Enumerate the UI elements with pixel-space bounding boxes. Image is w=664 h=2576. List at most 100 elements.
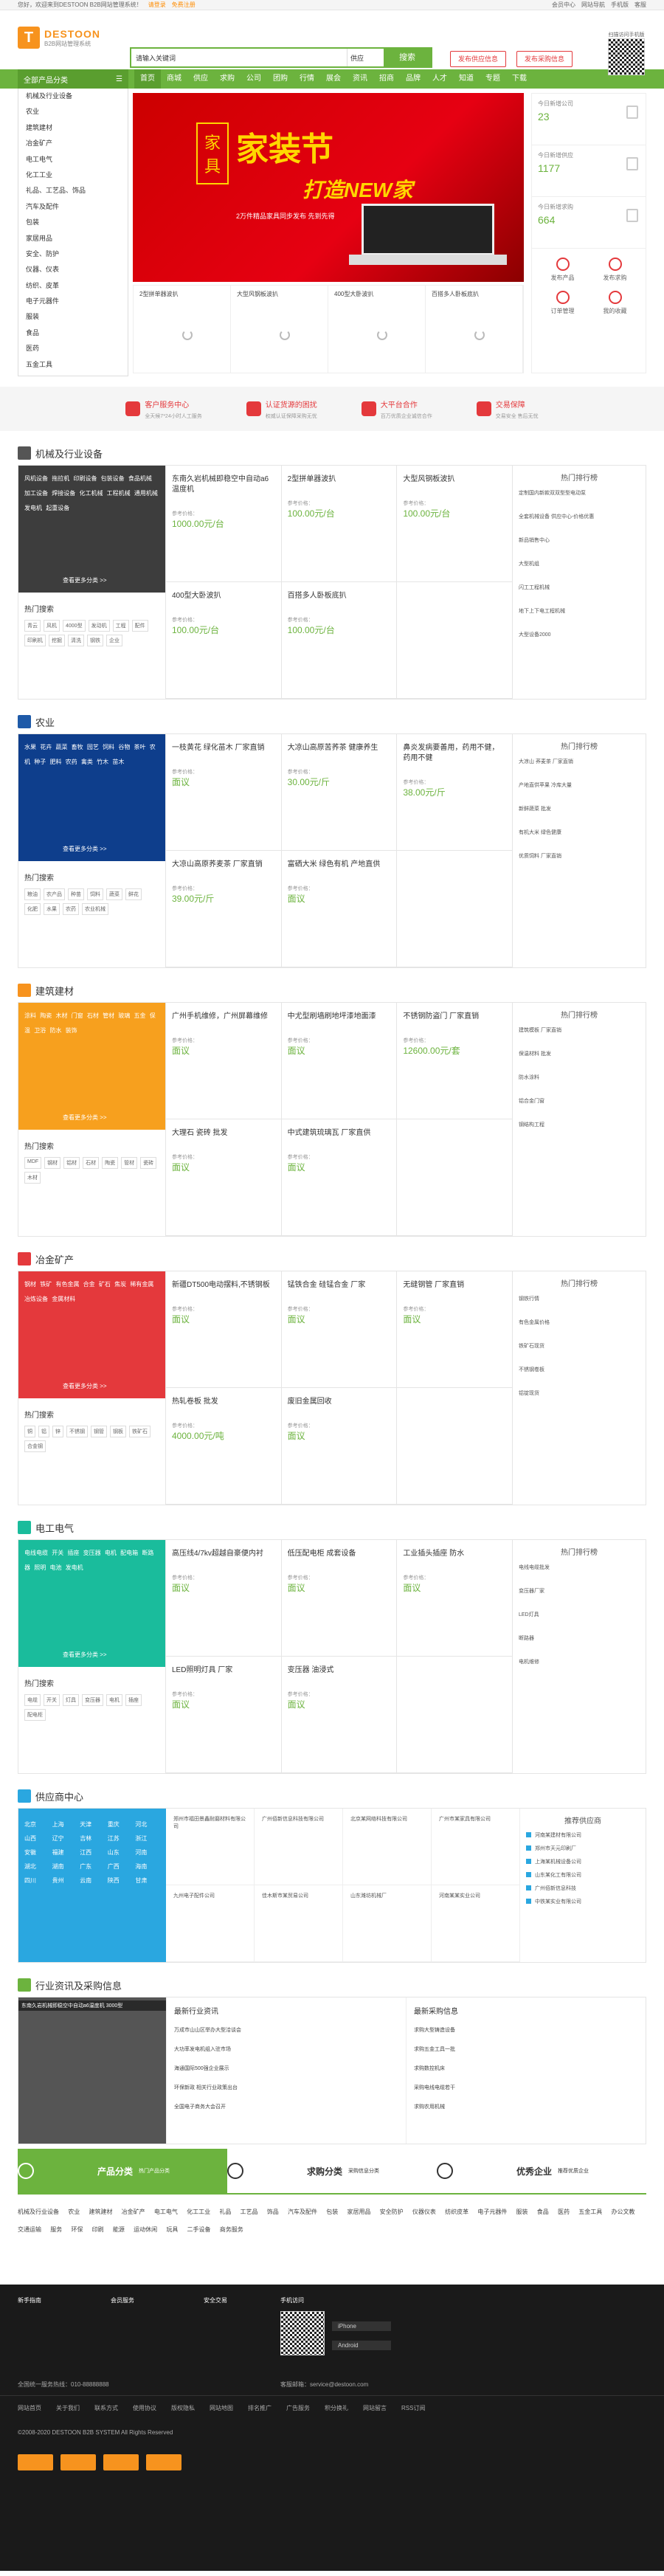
login-link[interactable]: 请登录 <box>148 1 166 9</box>
hot-tag[interactable]: 管材 <box>121 1157 138 1169</box>
product-cell[interactable]: 400型大卧波扒 参考价格： 100.00元/台 <box>166 582 282 699</box>
footer-link[interactable]: 网站首页 <box>18 2404 41 2412</box>
footer-link[interactable]: 版权隐私 <box>171 2404 195 2412</box>
category-item[interactable]: 机械及行业设备 <box>18 89 128 104</box>
footer-link[interactable]: 联系方式 <box>94 2404 118 2412</box>
buy-item[interactable]: 求购五金工具一批 <box>414 2045 638 2053</box>
banner-thumb[interactable]: 大型风钢板波扒 <box>231 286 328 373</box>
city-link[interactable]: 湖北 <box>24 1862 49 1871</box>
hot-tag[interactable]: 风机 <box>44 620 60 632</box>
hot-tag[interactable]: 开关 <box>44 1694 60 1706</box>
company-cell[interactable]: 广州佰新信息科技有限公司 <box>255 1809 343 1885</box>
footer-link[interactable]: 网站留言 <box>363 2404 387 2412</box>
product-cell[interactable]: LED照明灯具 厂家 参考价格： 面议 <box>166 1657 282 1773</box>
main-banner[interactable]: 家具 家装节 打造NEW家 2万件精品家具同步发布 先到先得 <box>133 93 524 282</box>
banner-thumb[interactable]: 400型大卧波扒 <box>328 286 426 373</box>
nav-item[interactable]: 供应 <box>187 69 214 89</box>
product-cell[interactable]: 中尤型刷墙刷地坪漆地面漆 参考价格： 面议 <box>281 1003 398 1119</box>
hot-tag[interactable]: 粮油 <box>24 888 41 900</box>
ranking-item[interactable]: 闪工工程机械 <box>519 584 640 592</box>
ranking-item[interactable]: 钢铁行情 <box>519 1296 640 1303</box>
product-cell[interactable]: 富硒大米 绿色有机 产地直供 参考价格： 面议 <box>281 851 398 967</box>
category-item[interactable]: 五金工具 <box>18 357 128 373</box>
more-link[interactable]: 查看更多分类 >> <box>63 1651 107 1659</box>
recommended-supplier[interactable]: 上海某机械设备公司 <box>526 1858 640 1865</box>
category-item[interactable]: 安全、防护 <box>18 246 128 262</box>
company-cell[interactable]: 郑州市福田景鑫耐磨材料有限公司 <box>166 1809 255 1885</box>
action-button[interactable]: 订单管理 <box>536 286 589 320</box>
hot-tag[interactable]: 农业机械 <box>82 903 108 915</box>
category-item[interactable]: 纺织、皮革 <box>18 278 128 294</box>
hot-tag[interactable]: 清洗 <box>68 635 84 646</box>
company-cell[interactable]: 九州电子配件公司 <box>166 1885 255 1962</box>
ranking-item[interactable]: 电机维修 <box>519 1659 640 1666</box>
hot-tag[interactable]: 印刷机 <box>24 635 46 646</box>
top-link-mobile[interactable]: 手机版 <box>611 1 629 9</box>
city-link[interactable]: 陕西 <box>108 1876 133 1885</box>
top-link-member[interactable]: 会员中心 <box>552 1 575 9</box>
city-link[interactable]: 浙江 <box>135 1834 160 1843</box>
hot-tag[interactable]: 配件 <box>131 620 148 632</box>
hot-tag[interactable]: 配电柜 <box>24 1709 46 1721</box>
hot-tag[interactable]: 工程 <box>112 620 129 632</box>
ranking-item[interactable]: 大型设备2000 <box>519 632 640 639</box>
city-link[interactable]: 吉林 <box>80 1834 105 1843</box>
nav-item[interactable]: 资讯 <box>347 69 373 89</box>
ranking-item[interactable]: 铝锭现货 <box>519 1390 640 1398</box>
action-button[interactable]: 发布求购 <box>589 253 641 286</box>
banner-thumb[interactable]: 2型拼单器波扒 <box>134 286 231 373</box>
ranking-item[interactable]: 断路器 <box>519 1635 640 1643</box>
hot-tag[interactable]: 挖掘 <box>49 635 65 646</box>
city-link[interactable]: 安徽 <box>24 1848 49 1857</box>
nav-item[interactable]: 招商 <box>373 69 400 89</box>
nav-item[interactable]: 团购 <box>267 69 294 89</box>
ranking-item[interactable]: 大型机组 <box>519 561 640 568</box>
hot-tag[interactable]: 4000型 <box>63 620 86 632</box>
ranking-item[interactable]: 防水涂料 <box>519 1074 640 1082</box>
city-link[interactable]: 山东 <box>108 1848 133 1857</box>
product-cell[interactable]: 2型拼单器波扒 参考价格： 100.00元/台 <box>281 466 398 582</box>
news-item[interactable]: 大功率发电机组入驻市场 <box>174 2045 398 2053</box>
category-item[interactable]: 冶金矿产 <box>18 136 128 151</box>
hot-tag[interactable]: 铁矿石 <box>129 1426 151 1437</box>
hot-tag[interactable]: MDF <box>24 1157 42 1169</box>
section-links[interactable]: 电线电缆 开关 插座 变压器 电机 配电箱 断路器 照明 电池 发电机 <box>24 1546 159 1575</box>
footer-col-mobile[interactable]: 手机访问 <box>280 2296 304 2304</box>
section-links[interactable]: 水果 花卉 蔬菜 畜牧 园艺 饲料 谷物 茶叶 农机 种子 肥料 农药 禽类 竹… <box>24 740 159 770</box>
product-cell[interactable]: 大凉山高原荞麦茶 厂家直销 参考价格： 39.00元/斤 <box>166 851 282 967</box>
category-item[interactable]: 家居用品 <box>18 231 128 246</box>
buy-item[interactable]: 采购电线电缆若干 <box>414 2084 638 2091</box>
banner-thumb[interactable]: 百搭多人卧板底扒 <box>426 286 523 373</box>
hot-tag[interactable]: 发动机 <box>88 620 110 632</box>
ranking-item[interactable]: 全套机械设备 供应中心-价格优惠 <box>519 514 640 521</box>
footer-link[interactable]: 排名推广 <box>248 2404 272 2412</box>
city-link[interactable]: 河南 <box>135 1848 160 1857</box>
nav-item[interactable]: 商城 <box>161 69 187 89</box>
product-cell[interactable]: 中式建筑琉璃瓦 厂家直供 参考价格： 面议 <box>281 1119 398 1236</box>
service-item[interactable]: 客户服务中心 全天候7*24小时人工服务 <box>125 398 202 420</box>
action-button[interactable]: 我的收藏 <box>589 286 641 320</box>
ranking-item[interactable]: 电线电缆批发 <box>519 1564 640 1572</box>
hot-tag[interactable]: 木材 <box>24 1172 41 1184</box>
category-item[interactable]: 食品 <box>18 325 128 341</box>
ranking-item[interactable]: 定制国内新款双双型型电动泵 <box>519 490 640 497</box>
search-input[interactable]: 请输入关键词 <box>131 49 347 66</box>
city-link[interactable]: 湖南 <box>52 1862 77 1871</box>
footer-link[interactable]: 关于我们 <box>56 2404 80 2412</box>
category-item[interactable]: 仪器、仪表 <box>18 262 128 277</box>
ranking-item[interactable]: 新鲜蔬菜 批发 <box>519 806 640 813</box>
news-item[interactable]: 海通国际500强企业展示 <box>174 2065 398 2072</box>
hot-tag[interactable]: 瓷砖 <box>140 1157 157 1169</box>
product-cell[interactable]: 新疆DT500电动摆料,不锈钢板 参考价格： 面议 <box>166 1271 282 1388</box>
recommended-supplier[interactable]: 中铁某实业有限公司 <box>526 1898 640 1905</box>
service-item[interactable]: 认证货源的困扰 权威认证保障采购无忧 <box>246 398 317 420</box>
city-link[interactable]: 云南 <box>80 1876 105 1885</box>
footer-col-member[interactable]: 会员服务 <box>111 2296 134 2304</box>
recommended-supplier[interactable]: 山东某化工有限公司 <box>526 1871 640 1879</box>
ranking-item[interactable]: 变压器厂家 <box>519 1588 640 1595</box>
hot-tag[interactable]: 铝 <box>38 1426 49 1437</box>
action-button[interactable]: 发布产品 <box>536 253 589 286</box>
product-cell[interactable]: 锰铁合金 硅锰合金 厂家 参考价格： 面议 <box>281 1271 398 1388</box>
section-links[interactable]: 涂料 陶瓷 木材 门窗 石材 管材 玻璃 五金 保温 卫浴 防水 装饰 <box>24 1009 159 1038</box>
city-link[interactable]: 北京 <box>24 1820 49 1829</box>
